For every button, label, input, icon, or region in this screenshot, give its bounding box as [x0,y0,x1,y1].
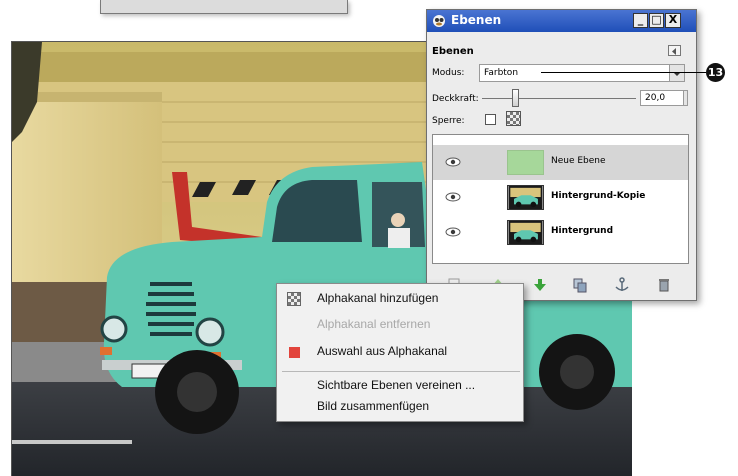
eye-icon[interactable] [445,157,461,167]
maximize-button[interactable]: □ [649,13,664,28]
background-window-edge [100,0,348,14]
minimize-button[interactable]: _ [633,13,648,28]
mode-select[interactable]: Farbton [479,64,685,82]
menu-item-label: Alphakanal entfernen [317,317,431,331]
anchor-icon[interactable] [614,277,630,293]
tab-menu-icon[interactable] [668,45,681,56]
layer-thumbnail [507,150,544,175]
red-square-icon [289,347,300,358]
dialog-title: Ebenen [451,13,502,27]
menu-item-add-alpha[interactable]: Alphakanal hinzufügen [277,288,523,310]
checker-icon [287,292,301,306]
layer-thumbnail [507,220,544,245]
opacity-spinner[interactable] [683,90,688,106]
lower-layer-icon[interactable] [532,277,548,293]
lock-label: Sperre: [432,116,465,126]
layer-thumbnail [507,185,544,210]
duplicate-layer-icon[interactable] [572,277,588,293]
menu-item-merge-visible[interactable]: Sichtbare Ebenen vereinen ... [277,375,523,397]
layers-dialog: Ebenen _ □ X Ebenen Modus: Farbton Deckk… [426,9,697,301]
menu-item-remove-alpha[interactable]: Alphakanal entfernen [277,314,523,336]
mode-label: Modus: [432,68,465,78]
menu-item-alpha-to-selection[interactable]: Auswahl aus Alphakanal [277,341,523,363]
chevron-down-icon[interactable] [669,65,684,81]
menu-item-label: Auswahl aus Alphakanal [317,344,448,358]
dialog-heading: Ebenen [432,46,474,57]
menu-item-flatten-image[interactable]: Bild zusammenfügen [277,396,523,418]
layer-name: Hintergrund [551,226,614,236]
mode-value: Farbton [484,68,519,78]
layer-list[interactable]: Neue Ebene Hintergrund-Kopie Hintergrund [432,134,689,264]
close-button[interactable]: X [665,13,681,28]
layer-row-neue-ebene[interactable]: Neue Ebene [433,145,688,180]
menu-separator [282,371,520,372]
opacity-input[interactable]: 20,0 [640,90,684,106]
context-menu: Alphakanal hinzufügen Alphakanal entfern… [276,283,524,422]
dialog-title-bar[interactable]: Ebenen _ □ X [427,10,696,32]
menu-item-label: Bild zusammenfügen [317,399,430,413]
checker-icon [506,111,521,126]
eye-icon[interactable] [445,192,461,202]
opacity-slider-track[interactable] [482,98,636,99]
layer-name: Hintergrund-Kopie [551,191,646,201]
menu-item-label: Alphakanal hinzufügen [317,291,439,305]
delete-layer-icon[interactable] [656,277,672,293]
menu-item-label: Sichtbare Ebenen vereinen ... [317,378,476,392]
layer-name: Neue Ebene [551,156,606,166]
eye-icon[interactable] [445,227,461,237]
opacity-slider-handle[interactable] [512,89,519,107]
opacity-label: Deckkraft: [432,94,479,104]
layer-row-hintergrund[interactable]: Hintergrund [433,215,688,250]
gimp-icon [433,15,445,27]
callout-line [541,72,706,73]
lock-alpha-checkbox[interactable] [485,114,496,125]
layer-row-hintergrund-kopie[interactable]: Hintergrund-Kopie [433,180,688,215]
callout-badge: 13 [706,63,725,82]
